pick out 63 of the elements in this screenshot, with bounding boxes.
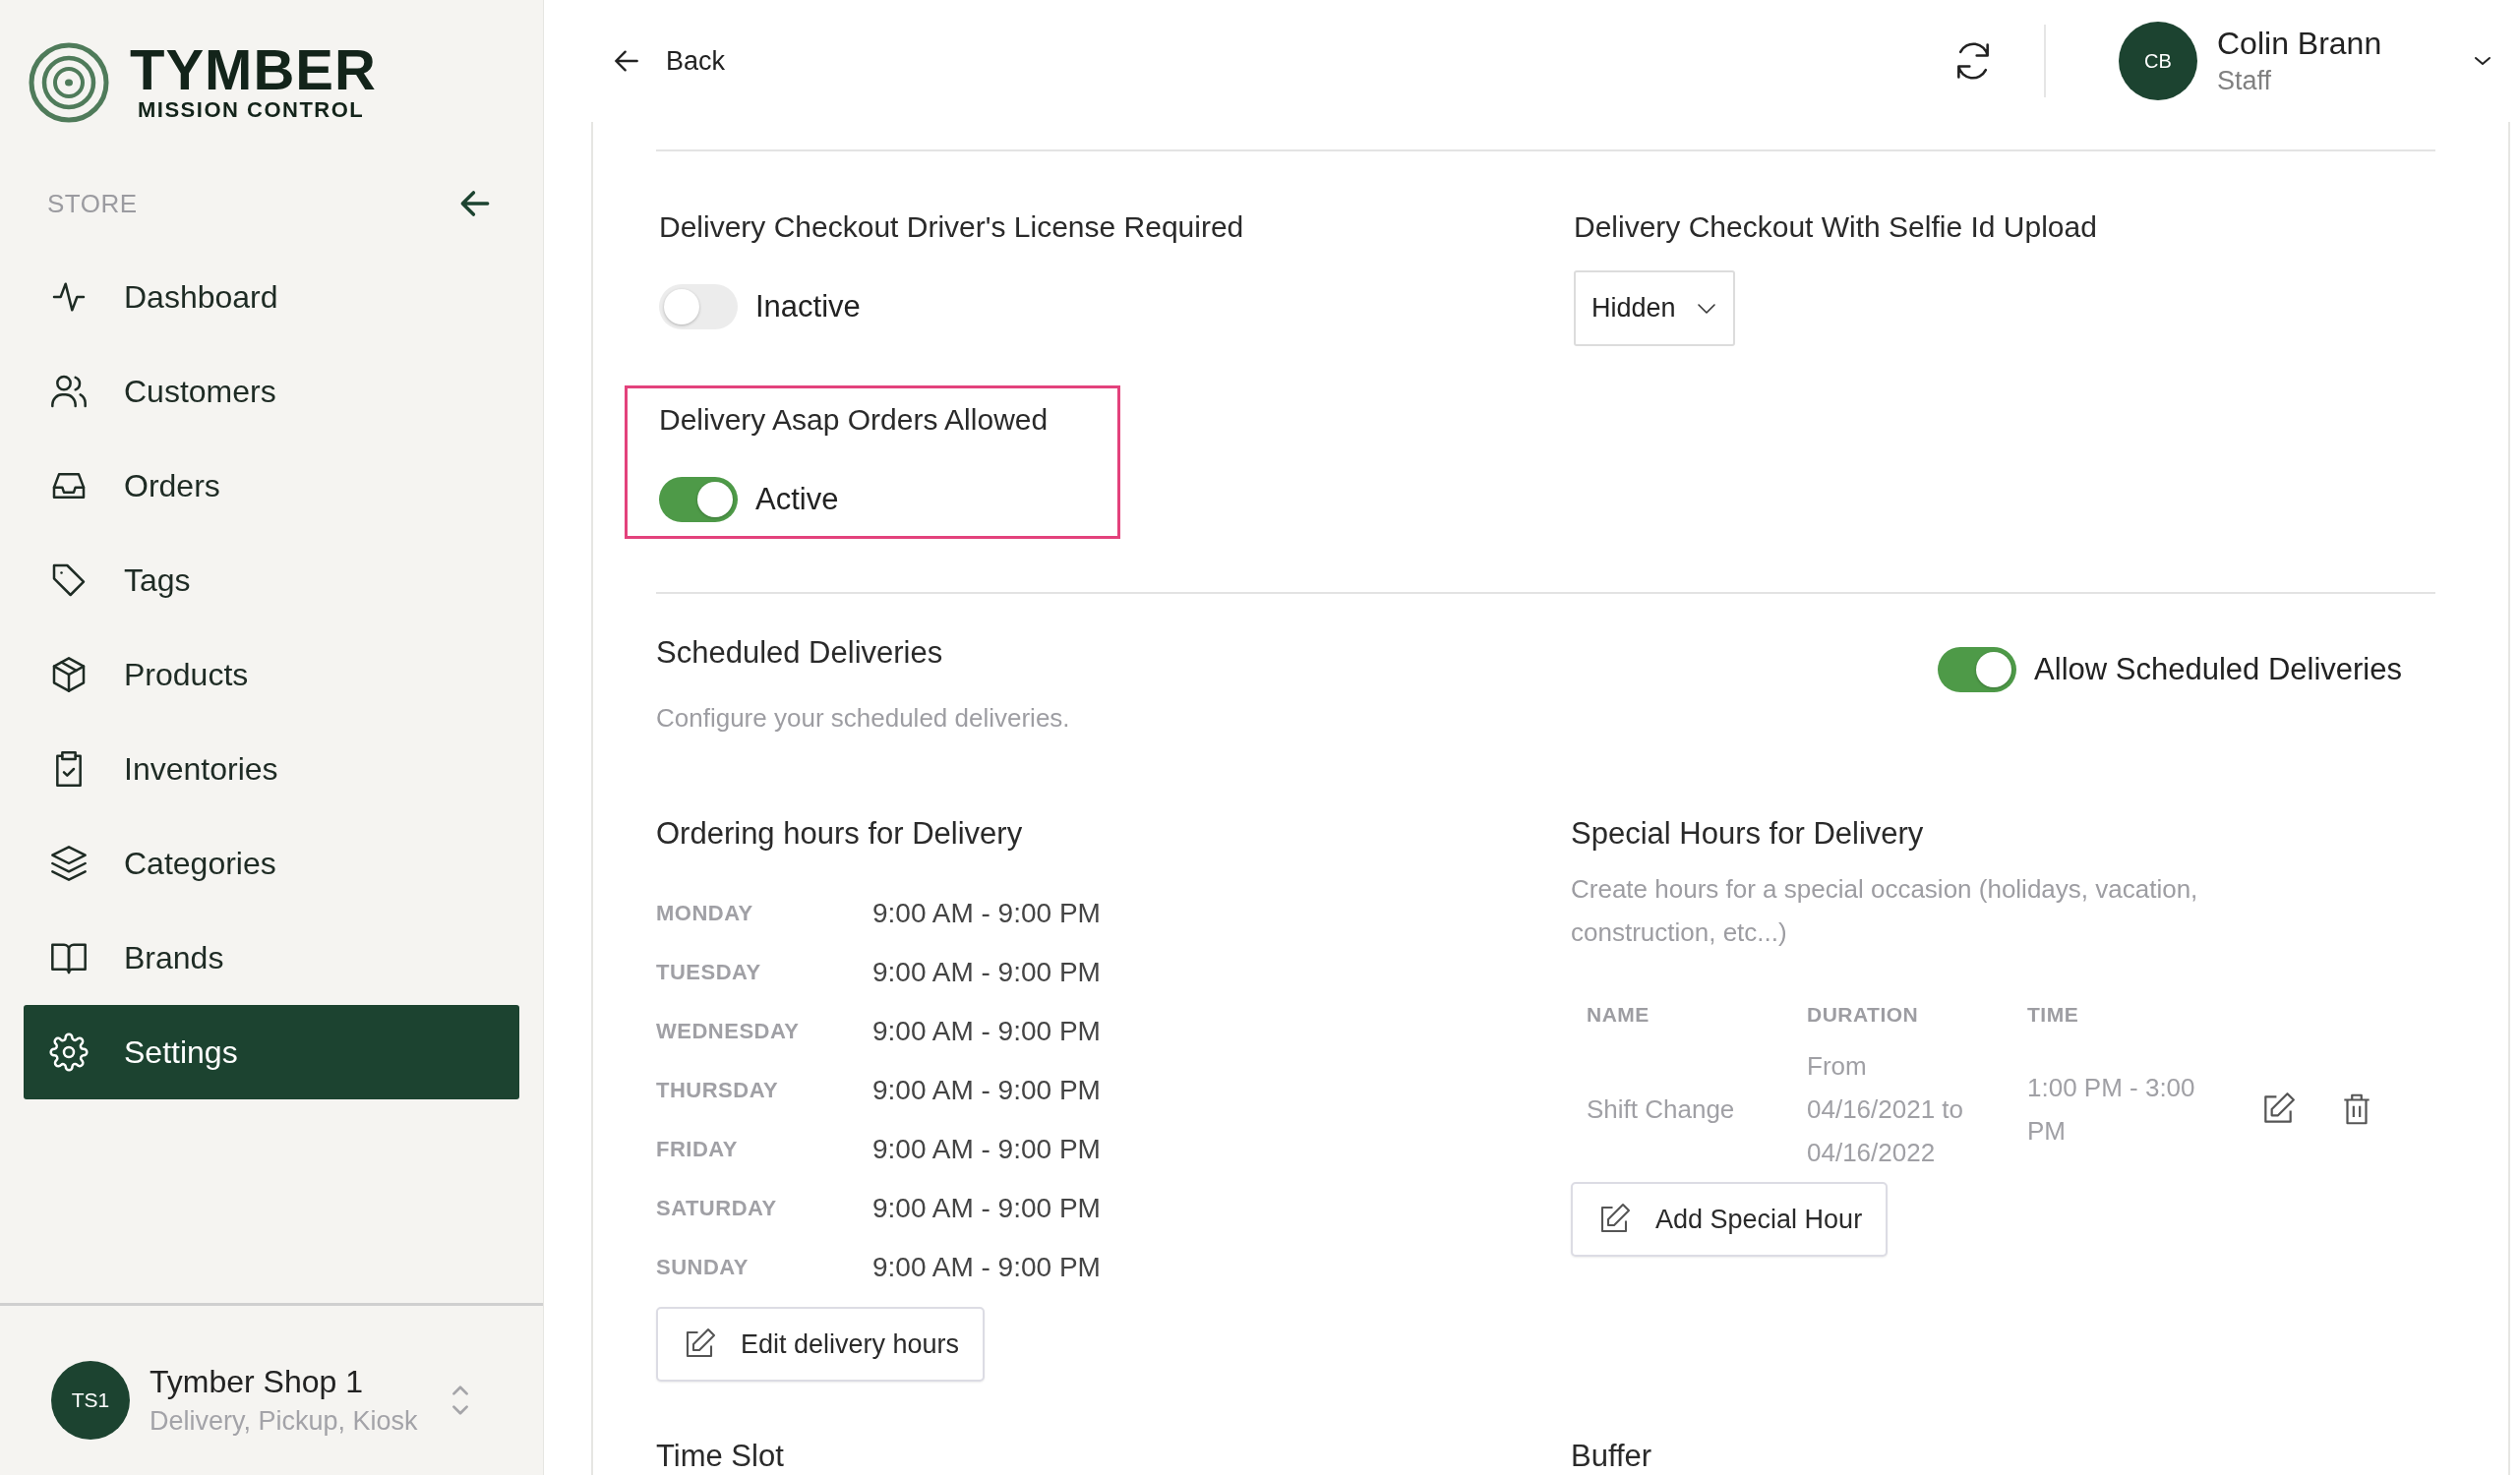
day-label: TUESDAY (656, 960, 762, 985)
hours-text: 9:00 AM - 9:00 PM (872, 1016, 1101, 1047)
toggle-switch[interactable] (1938, 647, 2017, 692)
user-role: Staff (2217, 66, 2273, 96)
toggle-switch[interactable] (659, 284, 738, 329)
toggle-status: Inactive (755, 289, 861, 324)
sidebar-item[interactable]: Tags (24, 533, 519, 627)
chevron-down-icon (1695, 302, 1717, 315)
edit-hours-button[interactable]: Edit delivery hours (656, 1307, 986, 1382)
setting-label: Delivery Checkout Driver's License Required (659, 209, 1244, 245)
section-description: Create hours for a special occasion (holidays, vacation, construction, etc...) (1571, 873, 2199, 949)
day-label: WEDNESDAY (656, 1019, 801, 1044)
toggle-status: Active (755, 482, 839, 517)
hours-text: 9:00 AM - 9:00 PM (872, 898, 1101, 929)
store-avatar: TS1 (51, 1361, 130, 1440)
chevron-down-icon[interactable] (2473, 55, 2492, 67)
add-special-hour-button[interactable]: Add Special Hour (1571, 1182, 1889, 1257)
section-title: Buffer (1571, 1439, 1653, 1474)
column-header: NAME (1587, 1003, 1650, 1027)
hours-text: 9:00 AM - 9:00 PM (872, 1193, 1101, 1224)
toggle-switch[interactable] (659, 477, 738, 522)
day-label: FRIDAY (656, 1137, 739, 1162)
user-avatar: CB (2119, 22, 2197, 100)
back-button[interactable]: Back (611, 45, 726, 77)
section-description: Configure your scheduled deliveries. (656, 702, 1070, 735)
toggle-label: Allow Scheduled Deliveries (2034, 652, 2402, 687)
logo-title: TYMBER (130, 42, 377, 97)
section-label: STORE (47, 188, 138, 219)
section-title: Scheduled Deliveries (656, 635, 944, 671)
column-header: DURATION (1807, 1003, 1920, 1027)
settings-icon (49, 1032, 89, 1072)
sidebar-item[interactable]: Brands (24, 911, 519, 1005)
layers-icon (49, 844, 89, 883)
store-modes: Delivery, Pickup, Kiosk (150, 1406, 418, 1437)
day-label: MONDAY (656, 901, 754, 926)
sidebar-item[interactable]: Dashboard (24, 250, 519, 344)
section-title: Ordering hours for Delivery (656, 816, 1023, 852)
sidebar-item[interactable]: Settings (24, 1005, 519, 1099)
table-cell-text: From 04/16/2021 to 04/16/2022 (1807, 1050, 1965, 1169)
day-label: SUNDAY (656, 1255, 750, 1280)
section-title: Time Slot (656, 1439, 785, 1474)
day-label: SATURDAY (656, 1196, 778, 1221)
logo-icon (28, 41, 110, 124)
sidebar-item[interactable]: Orders (24, 439, 519, 533)
setting-label: Delivery Asap Orders Allowed (659, 402, 1049, 438)
section-title: Special Hours for Delivery (1571, 816, 1924, 852)
store-name: Tymber Shop 1 (150, 1364, 364, 1400)
sidebar-item[interactable]: Products (24, 627, 519, 722)
user-name: Colin Brann (2217, 26, 2383, 62)
logo-subtitle: MISSION CONTROL (138, 97, 366, 123)
table-cell-text: Shift Change (1587, 1093, 1736, 1126)
setting-label: Delivery Checkout With Selfie Id Upload (1574, 209, 2097, 245)
hours-text: 9:00 AM - 9:00 PM (872, 957, 1101, 988)
sidebar-item[interactable]: Inventories (24, 722, 519, 816)
hours-text: 9:00 AM - 9:00 PM (872, 1252, 1101, 1283)
column-header: TIME (2027, 1003, 2080, 1027)
day-label: THURSDAY (656, 1078, 780, 1103)
sidebar-item[interactable]: Categories (24, 816, 519, 911)
table-cell-text: 1:00 PM - 3:00 PM (2027, 1072, 2196, 1148)
dropdown[interactable]: Hidden (1574, 270, 1735, 346)
hours-text: 9:00 AM - 9:00 PM (872, 1134, 1101, 1165)
hours-text: 9:00 AM - 9:00 PM (872, 1075, 1101, 1106)
sidebar-item[interactable]: Customers (24, 344, 519, 439)
